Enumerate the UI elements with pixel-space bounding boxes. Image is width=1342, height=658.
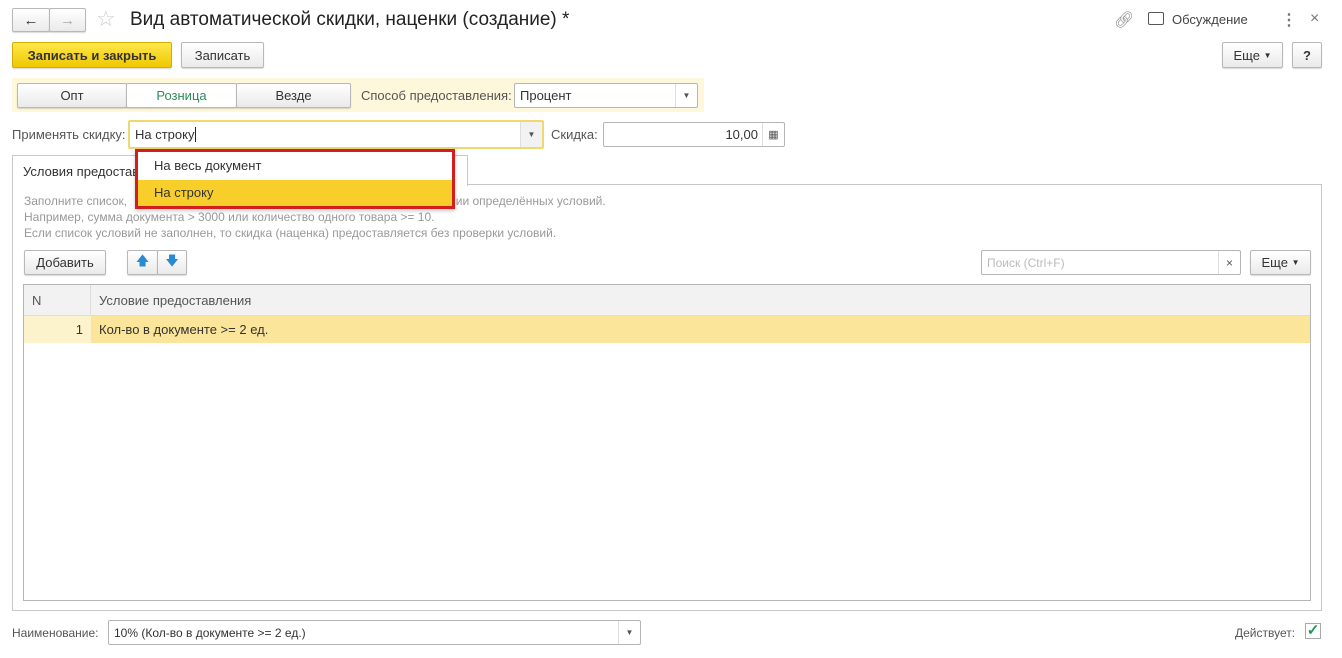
search-input[interactable]: Поиск (Ctrl+F) × xyxy=(981,250,1241,275)
forward-button[interactable]: → xyxy=(49,8,86,32)
move-down-button[interactable]: 🡇 xyxy=(157,250,187,275)
calculator-icon[interactable]: ▦ xyxy=(762,123,784,146)
chevron-down-icon[interactable]: ▼ xyxy=(618,621,640,644)
star-icon[interactable]: ☆ xyxy=(96,6,116,32)
hint-line1-end: нии определённых условий. xyxy=(449,194,606,208)
dropdown-option-whole-document[interactable]: На весь документ xyxy=(138,152,452,180)
method-label: Способ предоставления: xyxy=(361,88,512,103)
apply-dropdown-list: На весь документ На строку xyxy=(135,149,455,209)
apply-select[interactable]: На строку ▼ xyxy=(128,120,544,149)
discussion-button[interactable]: Обсуждение xyxy=(1148,12,1248,27)
clear-icon[interactable]: × xyxy=(1218,251,1240,274)
active-checkbox[interactable]: ✓ xyxy=(1305,623,1321,639)
arrow-left-icon: ← xyxy=(23,11,39,29)
apply-value: На строку xyxy=(135,127,195,142)
arrow-down-icon: 🡇 xyxy=(165,252,179,268)
discount-label: Скидка: xyxy=(551,127,598,142)
page-title: Вид автоматической скидки, наценки (созд… xyxy=(130,9,570,30)
link-icon[interactable]: 🔗︎ xyxy=(1114,10,1134,30)
move-up-button[interactable]: 🡅 xyxy=(127,250,158,275)
chevron-down-icon[interactable]: ▼ xyxy=(520,122,542,147)
close-icon[interactable]: × xyxy=(1310,10,1319,28)
hint-line2: Например, сумма документа > 3000 или кол… xyxy=(24,210,435,224)
method-value: Процент xyxy=(520,88,572,103)
name-input[interactable]: 10% (Кол-во в документе >= 2 ед.) ▼ xyxy=(108,620,641,645)
segment-retail[interactable]: Розница xyxy=(126,83,237,108)
checkmark-icon: ✓ xyxy=(1306,622,1320,639)
more-vert-icon[interactable]: ⋮ xyxy=(1281,10,1297,30)
discount-input[interactable]: 10,00 ▦ xyxy=(603,122,785,147)
hint-line3: Если список условий не заполнен, то скид… xyxy=(24,226,557,240)
arrow-up-icon: 🡅 xyxy=(135,252,150,268)
discussion-label: Обсуждение xyxy=(1172,12,1248,27)
more-label: Еще xyxy=(1233,47,1260,63)
save-close-button[interactable]: Записать и закрыть xyxy=(12,42,172,68)
segment-opt[interactable]: Опт xyxy=(17,83,127,108)
conditions-table: N Условие предоставления 1 Кол-во в доку… xyxy=(23,284,1311,601)
search-placeholder: Поиск (Ctrl+F) xyxy=(987,255,1065,270)
more-button[interactable]: Еще ▼ xyxy=(1222,42,1283,68)
name-label: Наименование: xyxy=(12,626,99,640)
row-condition: Кол-во в документе >= 2 ед. xyxy=(91,316,1310,343)
discount-value: 10,00 xyxy=(725,127,758,142)
list-more-label: Еще xyxy=(1261,255,1288,270)
add-button[interactable]: Добавить xyxy=(24,250,106,275)
chevron-down-icon: ▼ xyxy=(1263,50,1272,60)
hint-line1-start: Заполните список, xyxy=(24,194,128,208)
back-button[interactable]: ← xyxy=(12,8,50,32)
help-button[interactable]: ? xyxy=(1292,42,1322,68)
dropdown-option-row[interactable]: На строку xyxy=(138,180,452,206)
chevron-down-icon[interactable]: ▼ xyxy=(675,84,697,107)
chevron-down-icon: ▼ xyxy=(1291,258,1300,267)
segment-everywhere[interactable]: Везде xyxy=(236,83,351,108)
arrow-right-icon: → xyxy=(60,11,75,29)
save-button[interactable]: Записать xyxy=(181,42,264,68)
column-condition[interactable]: Условие предоставления xyxy=(91,285,1310,315)
active-label: Действует: xyxy=(1235,626,1296,640)
row-n: 1 xyxy=(24,316,91,343)
list-more-button[interactable]: Еще ▼ xyxy=(1250,250,1311,275)
chat-icon xyxy=(1148,12,1164,25)
table-row[interactable]: 1 Кол-во в документе >= 2 ед. xyxy=(24,316,1310,343)
table-header: N Условие предоставления xyxy=(24,285,1310,316)
method-select[interactable]: Процент ▼ xyxy=(514,83,698,108)
apply-label: Применять скидку: xyxy=(12,127,126,142)
name-value: 10% (Кол-во в документе >= 2 ед.) xyxy=(114,625,306,640)
column-n[interactable]: N xyxy=(24,285,91,315)
